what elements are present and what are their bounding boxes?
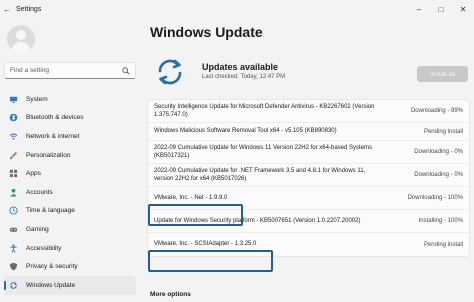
main-content: Windows Update Updates available Last ch… bbox=[142, 18, 474, 302]
person-icon bbox=[8, 187, 18, 197]
monitor-icon bbox=[8, 94, 18, 104]
sidebar-item-privacy-security[interactable]: Privacy & security bbox=[4, 257, 136, 276]
sidebar-item-label: Bluetooth & devices bbox=[26, 114, 84, 122]
sync-icon bbox=[158, 59, 182, 85]
update-name: Windows Malicious Software Removal Tool … bbox=[154, 128, 337, 135]
sidebar-item-time-language[interactable]: Time & language bbox=[4, 202, 136, 221]
install-all-button[interactable]: Install all bbox=[417, 66, 468, 82]
sidebar-item-bluetooth-devices[interactable]: Bluetooth & devices bbox=[4, 109, 136, 128]
minimize-icon[interactable]: – bbox=[408, 0, 430, 18]
title-bar: ← Settings – □ ✕ bbox=[0, 0, 474, 18]
status-title: Updates available bbox=[202, 62, 279, 72]
gamepad-icon bbox=[8, 224, 18, 234]
sidebar-nav: System Bluetooth & devices Network & inter… bbox=[4, 90, 136, 295]
sidebar-item-label: Personalization bbox=[26, 151, 71, 159]
search-placeholder: Find a setting bbox=[10, 67, 50, 74]
update-status: Pending install bbox=[423, 128, 463, 135]
maximize-icon[interactable]: □ bbox=[430, 0, 452, 18]
window-controls: – □ ✕ bbox=[408, 0, 474, 18]
sidebar-item-accessibility[interactable]: Accessibility bbox=[4, 239, 136, 258]
window-title: Settings bbox=[16, 5, 42, 13]
update-name: VMware, Inc. - Net - 1.9.9.0 bbox=[154, 194, 228, 201]
close-icon[interactable]: ✕ bbox=[452, 0, 474, 18]
shield-icon bbox=[8, 262, 18, 272]
sidebar-item-label: Apps bbox=[26, 170, 41, 178]
update-row: Security Intelligence Update for Microso… bbox=[148, 100, 469, 123]
sidebar-item-network-internet[interactable]: Network & internet bbox=[4, 127, 136, 146]
update-name: 2022-09 Cumulative Update for Windows 11… bbox=[154, 144, 373, 160]
update-status: Pending install bbox=[423, 241, 463, 248]
sidebar-item-personalization[interactable]: Personalization bbox=[4, 146, 136, 165]
update-name: Security Intelligence Update for Microso… bbox=[154, 103, 375, 119]
update-row: 2022-09 Cumulative Update for Windows 11… bbox=[148, 141, 469, 164]
updates-list: Security Intelligence Update for Microso… bbox=[147, 99, 470, 257]
brush-icon bbox=[8, 150, 18, 160]
page-title: Windows Update bbox=[150, 24, 263, 40]
sidebar-item-label: Windows Update bbox=[26, 281, 76, 289]
apps-icon bbox=[8, 169, 18, 179]
sidebar-item-accounts[interactable]: Accounts bbox=[4, 183, 136, 202]
update-name: VMware, Inc. - SCSIAdapter - 1.3.25.0 bbox=[154, 241, 257, 248]
sidebar-item-gaming[interactable]: Gaming bbox=[4, 220, 136, 239]
highlight-box-vmware-net bbox=[148, 204, 243, 226]
update-status: Downloading - 0% bbox=[414, 149, 463, 155]
more-options-heading: More options bbox=[150, 291, 191, 298]
sidebar-item-windows-update[interactable]: Windows Update bbox=[4, 275, 136, 295]
sidebar-item-label: Gaming bbox=[26, 225, 49, 233]
update-name: 2022-09 Cumulative Update for .NET Frame… bbox=[154, 167, 366, 183]
wifi-icon bbox=[8, 131, 18, 141]
sidebar-item-system[interactable]: System bbox=[4, 90, 136, 109]
sidebar: Find a setting System Bluetooth & devices… bbox=[0, 18, 140, 302]
highlight-box-vmware-scsi bbox=[148, 250, 273, 272]
update-status: Downloading - 0% bbox=[414, 172, 463, 178]
update-status: Downloading - 99% bbox=[410, 108, 463, 114]
update-row: 2022-09 Cumulative Update for .NET Frame… bbox=[148, 164, 469, 187]
search-icon bbox=[122, 66, 130, 74]
bluetooth-icon bbox=[8, 113, 18, 123]
sidebar-item-label: System bbox=[26, 95, 48, 103]
last-checked-text: Last checked: Today, 12:47 PM bbox=[202, 74, 286, 80]
sidebar-item-label: Time & language bbox=[26, 207, 75, 215]
sidebar-item-label: Network & internet bbox=[26, 132, 80, 140]
sidebar-item-label: Accounts bbox=[26, 188, 53, 196]
accessibility-icon bbox=[8, 243, 18, 253]
globe-clock-icon bbox=[8, 206, 18, 216]
sidebar-item-label: Privacy & security bbox=[26, 263, 78, 271]
sidebar-item-apps[interactable]: Apps bbox=[4, 164, 136, 183]
back-arrow-icon[interactable]: ← bbox=[0, 5, 14, 14]
update-status: Downloading - 100% bbox=[407, 195, 463, 201]
sidebar-item-label: Accessibility bbox=[26, 244, 62, 252]
search-input[interactable]: Find a setting bbox=[4, 62, 136, 79]
update-row: Windows Malicious Software Removal Tool … bbox=[148, 123, 469, 141]
update-status: Installing - 100% bbox=[418, 218, 463, 224]
avatar[interactable] bbox=[7, 25, 35, 53]
windows-update-icon bbox=[8, 280, 18, 290]
